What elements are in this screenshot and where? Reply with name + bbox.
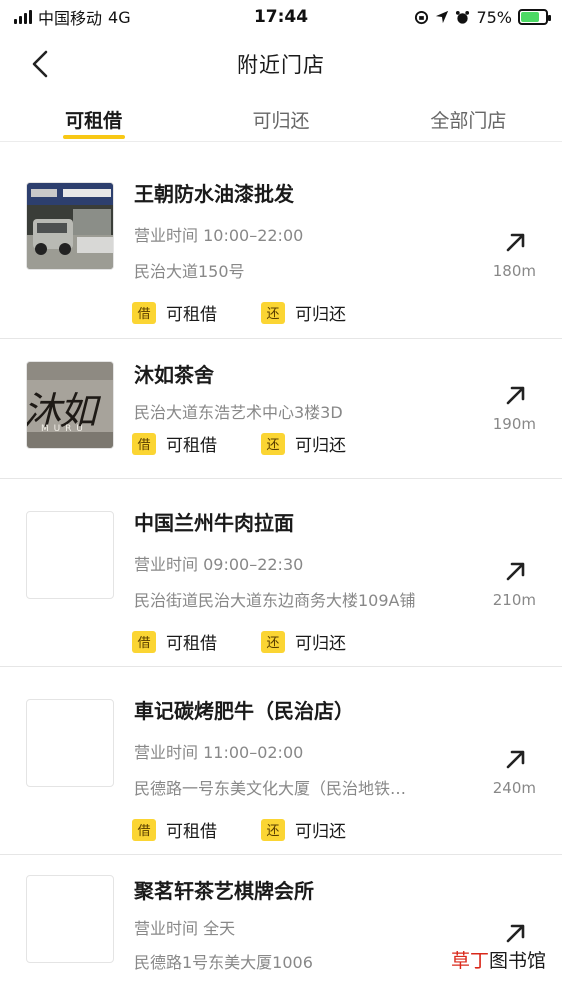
return-badge: 还 [261,818,285,841]
return-status: 还 可归还 [261,817,346,842]
store-thumbnail [26,511,114,599]
return-badge: 还 [261,432,285,455]
store-distance: 240m [492,779,536,797]
status-left: 中国移动 4G [14,5,131,29]
watermark-part2: 图书馆 [488,950,546,972]
return-badge: 还 [261,301,285,324]
store-distance: 210m [492,591,536,609]
store-name: 車记碳烤肥牛（民治店） [134,699,354,723]
store-item[interactable]: 中国兰州牛肉拉面 营业时间 09:00–22:30 民治街道民治大道东边商务大楼… [0,478,562,666]
borrow-badge: 借 [132,630,156,653]
chevron-left-icon [32,50,48,78]
borrow-badge: 借 [132,818,156,841]
store-hours: 营业时间 11:00–02:00 [134,743,304,762]
tab-label: 全部门店 [430,110,507,132]
battery-percent: 75% [476,7,512,27]
store-distance: 190m [492,415,536,433]
tab-all-stores[interactable]: 全部门店 [375,96,562,141]
status-right: 75% [414,7,551,27]
store-address: 民治街道民治大道东边商务大楼109A铺 [134,591,416,610]
store-name: 中国兰州牛肉拉面 [134,511,294,535]
store-item[interactable]: 車记碳烤肥牛（民治店） 营业时间 11:00–02:00 民德路一号东美文化大厦… [0,666,562,854]
return-label: 可归还 [295,634,346,654]
watermark-part1: 草丁 [450,950,489,972]
navigate-arrow-icon[interactable] [504,747,528,771]
tab-bar: 可租借 可归还 全部门店 [0,96,562,142]
borrow-status: 借 可租借 [132,817,217,842]
borrow-badge: 借 [132,432,156,455]
navigate-arrow-icon[interactable] [504,383,528,407]
borrow-status: 借 可租借 [132,300,217,325]
back-button[interactable] [22,46,58,82]
navigate-arrow-icon[interactable] [504,921,528,945]
borrow-status: 借 可租借 [132,629,217,654]
borrow-status: 借 可租借 [132,431,217,456]
return-label: 可归还 [295,436,346,456]
store-thumbnail: 沐如 M U R U [26,361,114,449]
return-status: 还 可归还 [261,629,346,654]
return-badge: 还 [261,630,285,653]
return-status: 还 可归还 [261,431,346,456]
active-tab-indicator [62,135,125,139]
storefront-photo-image [27,183,113,269]
store-name: 聚茗轩茶艺棋牌会所 [134,879,314,903]
battery-fill [521,12,539,22]
status-bar: 中国移动 4G 17:44 75% [0,0,562,34]
store-item[interactable]: 王朝防水油漆批发 营业时间 10:00–22:00 民治大道150号 借 可租借… [0,150,562,338]
location-icon [436,10,449,24]
navigate-arrow-icon[interactable] [504,230,528,254]
borrow-label: 可租借 [166,822,217,842]
page-title: 附近门店 [237,53,325,77]
borrow-badge: 借 [132,301,156,324]
store-name: 沐如茶舍 [134,363,214,387]
tab-label: 可归还 [252,110,310,132]
store-badges: 借 可租借 还 可归还 [132,300,390,325]
store-hours: 营业时间 10:00–22:00 [134,226,304,245]
store-address: 民德路一号东美文化大厦（民治地铁… [134,779,407,798]
tab-label: 可租借 [65,110,123,132]
store-badges: 借 可租借 还 可归还 [132,817,390,842]
store-hours: 营业时间 09:00–22:30 [134,555,304,574]
borrow-label: 可租借 [166,305,217,325]
store-item[interactable]: 沐如 M U R U 沐如茶舍 民治大道东浩艺术中心3楼3D 借 可租借 还 可… [0,338,562,478]
return-status: 还 可归还 [261,300,346,325]
alarm-icon [456,10,470,24]
logo-subtext: M U R U [41,424,84,434]
store-thumbnail [26,875,114,963]
store-thumbnail [26,182,114,270]
store-address: 民治大道150号 [134,262,245,281]
store-address: 民德路1号东美大厦1006 [134,953,313,972]
return-label: 可归还 [295,305,346,325]
carrier-label: 中国移动 [38,9,103,28]
store-list: 王朝防水油漆批发 营业时间 10:00–22:00 民治大道150号 借 可租借… [0,150,562,994]
borrow-label: 可租借 [166,436,217,456]
store-address: 民治大道东浩艺术中心3楼3D [134,403,343,422]
navigate-arrow-icon[interactable] [504,559,528,583]
network-label: 4G [108,7,131,27]
store-badges: 借 可租借 还 可归还 [132,629,390,654]
return-label: 可归还 [295,822,346,842]
store-distance: 180m [492,262,536,280]
battery-icon [518,9,551,25]
nav-bar: 附近门店 [0,36,562,92]
watermark: 草丁图书馆 [446,945,550,974]
store-badges: 借 可租借 还 可归还 [132,431,390,456]
rotation-lock-icon [415,10,429,24]
signal-icon [14,10,32,24]
store-hours: 营业时间 全天 [134,919,236,938]
borrow-label: 可租借 [166,634,217,654]
store-thumbnail [26,699,114,787]
store-name: 王朝防水油漆批发 [134,182,294,206]
tab-returnable[interactable]: 可归还 [187,96,374,141]
tab-borrowable[interactable]: 可租借 [0,96,187,141]
